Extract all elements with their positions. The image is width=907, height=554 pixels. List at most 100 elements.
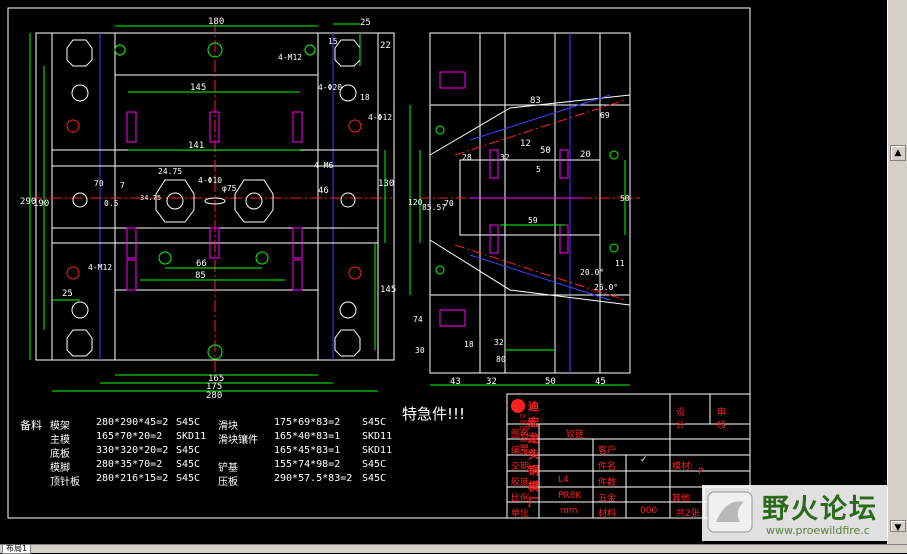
vertical-scrollbar[interactable]: ▲ ▼ <box>887 0 907 544</box>
dimension-label: 4-M12 <box>88 263 112 272</box>
bom-cell: SKD11 <box>362 445 393 456</box>
title-block-cell: mm <box>560 506 578 516</box>
dimension-label: 20 <box>580 150 591 160</box>
bom-cell: 压板 <box>218 477 238 488</box>
dimension-label: 180 <box>208 17 224 27</box>
bom-label: 备料 <box>20 419 42 432</box>
dimension-label: 4-Φ10 <box>198 176 222 185</box>
dimension-label: 22 <box>380 41 391 51</box>
dimension-label: 141 <box>188 141 204 151</box>
title-block-cell: PR8K <box>558 491 582 501</box>
bom-cell: S45C <box>176 417 201 428</box>
dimension-label: 11 <box>615 259 625 268</box>
dimension-label: 25 <box>360 18 371 28</box>
bom-cell: 主模 <box>50 435 70 446</box>
title-block-cell: P <box>698 467 704 477</box>
dimension-label: 59 <box>528 216 538 225</box>
dimension-label: 70 <box>444 199 454 208</box>
dimension-label: 25 <box>62 289 73 299</box>
title-block-cell: ✓ <box>640 455 648 465</box>
bom-cell: SKD11 <box>176 431 207 442</box>
tab-layout1[interactable]: 布局1 <box>2 545 32 554</box>
bom-cell: 模架 <box>50 421 70 432</box>
dimension-label: 85 <box>195 271 206 281</box>
dimension-label: 4-M12 <box>278 53 302 62</box>
bom-cell: 280*290*45=2 <box>96 417 169 428</box>
design-label: 设 计 <box>676 408 686 431</box>
dimension-label: 280 <box>206 391 222 401</box>
dimension-label: 32 <box>500 153 510 162</box>
dimension-label: 190 <box>33 199 49 209</box>
dimension-label: 20.0° <box>580 268 604 277</box>
cad-drawing-canvas[interactable]: 180 25 22 15 18 4-M12 4-Φ20 4-Φ12 4-M6 145 141 24.7… <box>0 0 887 544</box>
dimension-label: 25.0° <box>594 283 618 292</box>
bom-cell: 顶针板 <box>50 477 80 488</box>
bom-cell: S45C <box>176 445 201 456</box>
title-block-cell: 单位 <box>511 509 530 519</box>
title-block-cell: 胶度 <box>511 478 530 488</box>
watermark-title: 野火论坛 <box>762 494 878 525</box>
dimension-label: 4-M6 <box>314 161 333 170</box>
dimension-label: 5 <box>536 165 541 174</box>
bom-cell: 175*69*83=2 <box>274 417 341 428</box>
dimension-label: 70 <box>94 179 104 188</box>
title-block-cell: L4 <box>558 475 569 485</box>
bom-cell: SKD11 <box>362 431 393 442</box>
dimension-label: 130 <box>378 179 394 189</box>
dimension-label: 18 <box>464 340 474 349</box>
bom-cell: 280*35*70=2 <box>96 459 163 470</box>
dimension-label: 120 <box>408 198 423 207</box>
bom-cell: 330*320*20=2 <box>96 445 169 456</box>
bom-cell: S45C <box>362 417 387 428</box>
bom-cell: 165*70*20=2 <box>96 431 163 442</box>
dimension-label: 32 <box>486 377 497 387</box>
title-block-cell: 客户 <box>598 446 617 456</box>
title-block-cell: 其他 <box>672 494 691 504</box>
dimension-label: 7 <box>120 181 125 190</box>
dimension-label: 50 <box>540 146 551 156</box>
dimension-labels: 180 25 22 15 18 4-M12 4-Φ20 4-Φ12 4-M6 145 141 24.7… <box>20 17 630 401</box>
title-block-cell: 共2张 <box>676 509 700 519</box>
title-block-cell: 件数 <box>598 478 617 488</box>
dimension-label: 145 <box>190 83 206 93</box>
title-block-cell: 铰链 <box>566 430 585 440</box>
title-block-cell: 000 <box>640 506 658 516</box>
title-block-cell: 五金 <box>598 494 617 504</box>
title-block-cell: 交期 <box>511 462 530 472</box>
dimension-label: 43 <box>450 377 461 387</box>
dimension-label: 32 <box>494 338 504 347</box>
dimension-label: 34.75 <box>140 194 161 202</box>
bom-cell: 铲基 <box>218 463 238 474</box>
dimension-label: 145 <box>380 285 396 295</box>
dimension-label: 12 <box>520 139 531 149</box>
title-block-cell: 模材: <box>672 462 694 472</box>
dimension-label: 50 <box>545 377 556 387</box>
bom-cell: 滑块 <box>218 421 238 432</box>
dimension-label: 28 <box>462 153 472 162</box>
dimension-label: 30 <box>415 346 425 355</box>
audit-label: 审 核 <box>717 408 727 431</box>
scroll-thumb[interactable]: ▼ <box>890 520 906 533</box>
urgent-note: 特急件!!! <box>402 405 466 423</box>
front-view <box>29 20 395 392</box>
bom-cell: S45C <box>176 459 201 470</box>
dimension-label: 69 <box>600 111 610 120</box>
title-block-cell: 比例 <box>511 494 530 504</box>
dimension-label: 0.5 <box>104 199 119 208</box>
bom-cell: S45C <box>362 459 387 470</box>
bom-cell: 165*40*83=1 <box>274 431 341 442</box>
scroll-up-button[interactable]: ▲ <box>890 145 906 161</box>
bom-cell: S45C <box>176 473 201 484</box>
dimension-label: 83 <box>530 96 541 106</box>
watermark-url: www.proewildfire.c <box>766 524 870 537</box>
title-block-cell: 件名 <box>598 462 617 472</box>
bom-cell: 滑块镶件 <box>218 435 258 446</box>
dimension-label: φ75 <box>222 184 237 193</box>
bom-cell: 280*216*15=2 <box>96 473 169 484</box>
bom-cell: 模脚 <box>50 463 70 474</box>
dimension-label: 85.57 <box>422 203 446 212</box>
dimension-label: 80 <box>496 355 506 364</box>
bom-cell: 165*45*83=1 <box>274 445 341 456</box>
dimension-label: 4-Φ20 <box>318 83 342 92</box>
dimension-label: 24.75 <box>158 167 182 176</box>
